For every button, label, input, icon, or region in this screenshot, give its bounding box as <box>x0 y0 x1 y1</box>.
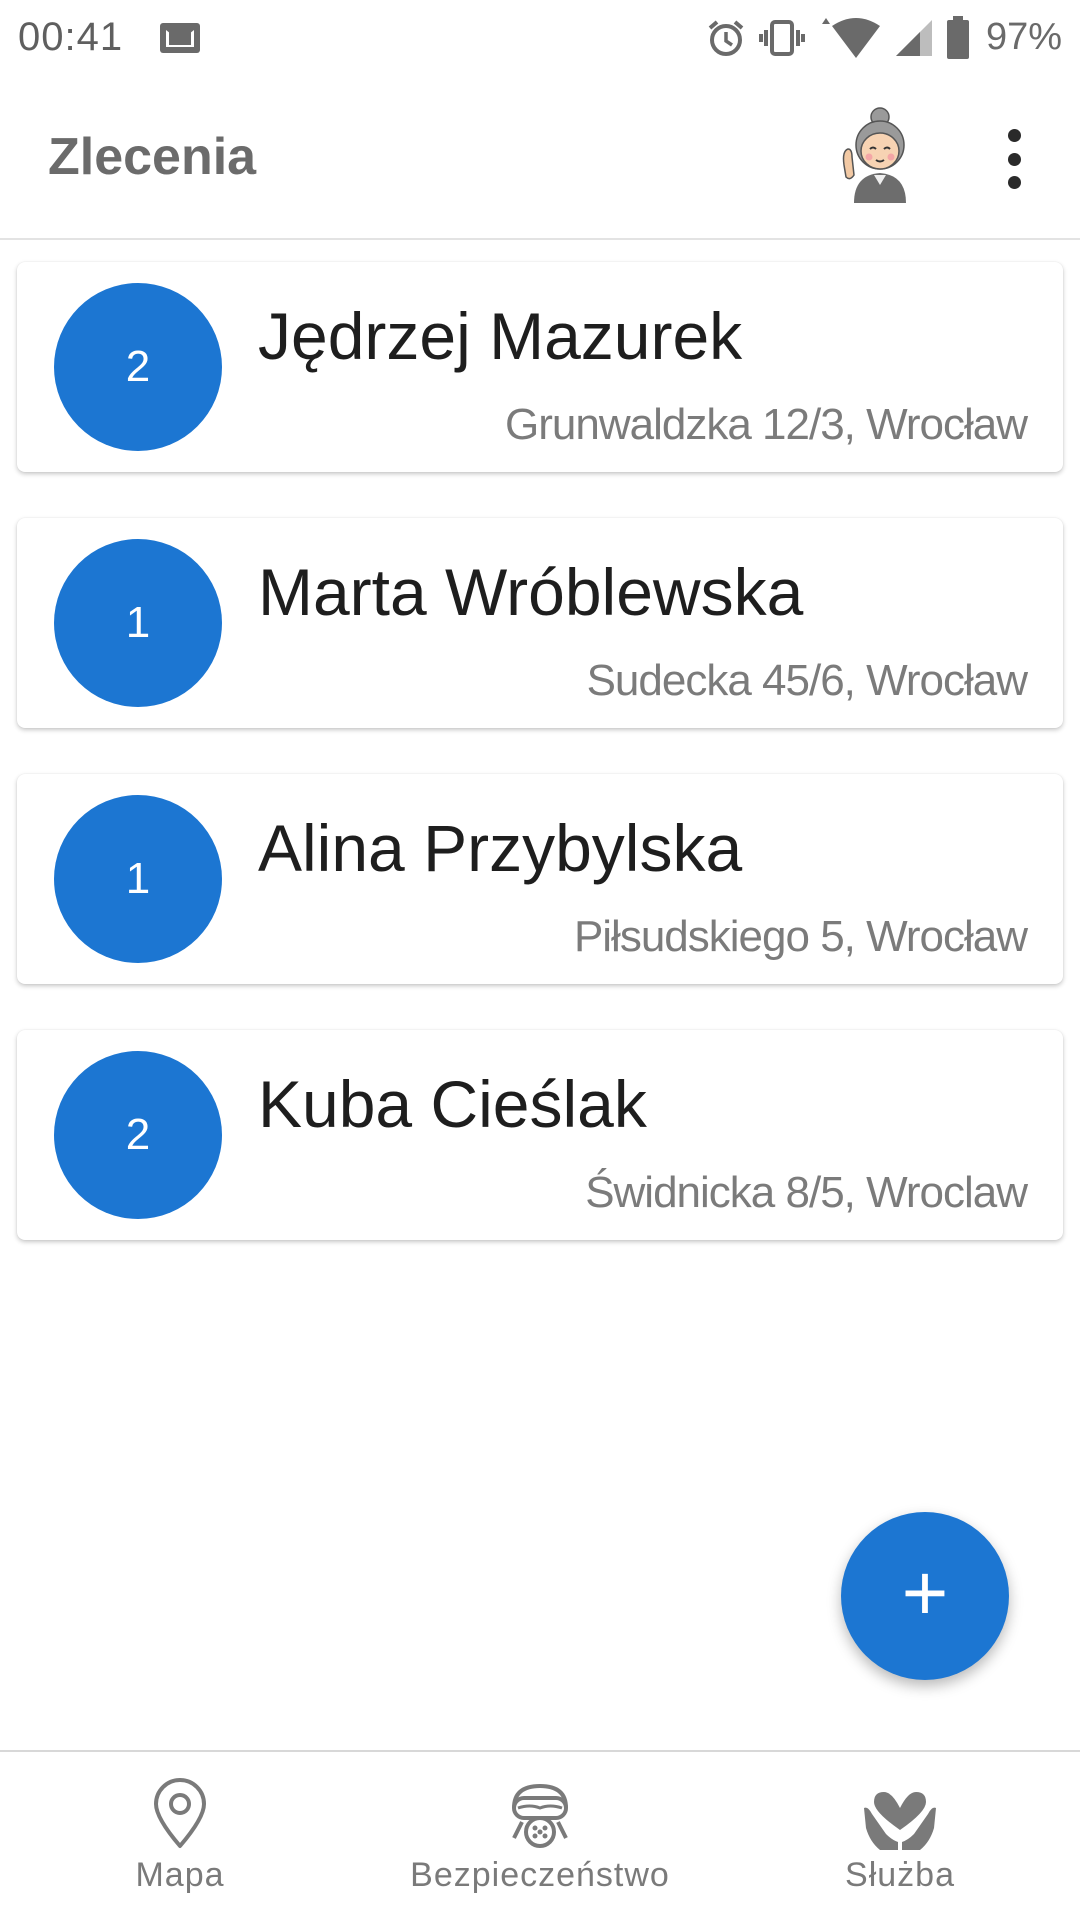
list-item[interactable]: 2 Kuba Cieślak Świdnicka 8/5, Wroclaw <box>17 1030 1063 1240</box>
order-address: Grunwaldzka 12/3, Wrocław <box>505 400 1028 449</box>
order-address: Sudecka 45/6, Wrocław <box>586 656 1028 705</box>
order-address: Piłsudskiego 5, Wrocław <box>573 912 1028 961</box>
battery-icon <box>946 15 969 59</box>
mail-icon <box>160 22 201 53</box>
order-address: Świdnicka 8/5, Wroclaw <box>585 1168 1028 1217</box>
count-badge: 1 <box>54 795 222 963</box>
nav-item-sluzba[interactable]: Służba <box>820 1752 980 1920</box>
list-item[interactable]: 1 Alina Przybylska Piłsudskiego 5, Wrocł… <box>17 774 1063 984</box>
battery-percent: 97% <box>985 16 1062 58</box>
menu-dot <box>1007 176 1021 189</box>
bottom-nav: Mapa Bezpieczeństwo Służba <box>0 1750 1080 1920</box>
more-vert-icon[interactable] <box>998 129 1030 189</box>
order-name: Alina Przybylska <box>258 811 743 885</box>
nav-label: Bezpieczeństwo <box>410 1856 670 1894</box>
vibrate-icon <box>758 19 805 56</box>
wifi-icon <box>821 17 880 58</box>
menu-dot <box>1007 129 1021 142</box>
nav-item-mapa[interactable]: Mapa <box>100 1752 260 1920</box>
list-item[interactable]: 2 Jędrzej Mazurek Grunwaldzka 12/3, Wroc… <box>17 262 1063 472</box>
heart-hands-icon <box>864 1792 936 1850</box>
add-order-button[interactable]: + <box>841 1512 1009 1680</box>
nav-item-bezpieczenstwo[interactable]: Bezpieczeństwo <box>380 1752 700 1920</box>
page-title: Zlecenia <box>48 128 257 186</box>
nav-label: Służba <box>845 1856 955 1894</box>
alarm-icon <box>708 19 744 56</box>
status-time: 00:41 <box>18 15 124 59</box>
status-bar: 00:41 97% <box>0 0 1080 75</box>
app-bar: Zlecenia <box>0 75 1080 240</box>
order-name: Marta Wróblewska <box>258 555 804 629</box>
count-badge: 2 <box>54 1051 222 1219</box>
avatar-icon[interactable] <box>840 105 920 205</box>
count-badge: 1 <box>54 539 222 707</box>
gas-mask-icon <box>512 1783 568 1848</box>
map-pin-icon <box>154 1778 206 1848</box>
order-name: Kuba Cieślak <box>258 1067 647 1141</box>
order-name: Jędrzej Mazurek <box>258 299 743 373</box>
list-item[interactable]: 1 Marta Wróblewska Sudecka 45/6, Wrocław <box>17 518 1063 728</box>
nav-label: Mapa <box>135 1856 225 1894</box>
count-badge: 2 <box>54 283 222 451</box>
menu-dot <box>1007 152 1021 166</box>
plus-icon: + <box>901 1548 949 1637</box>
signal-icon <box>895 19 932 56</box>
